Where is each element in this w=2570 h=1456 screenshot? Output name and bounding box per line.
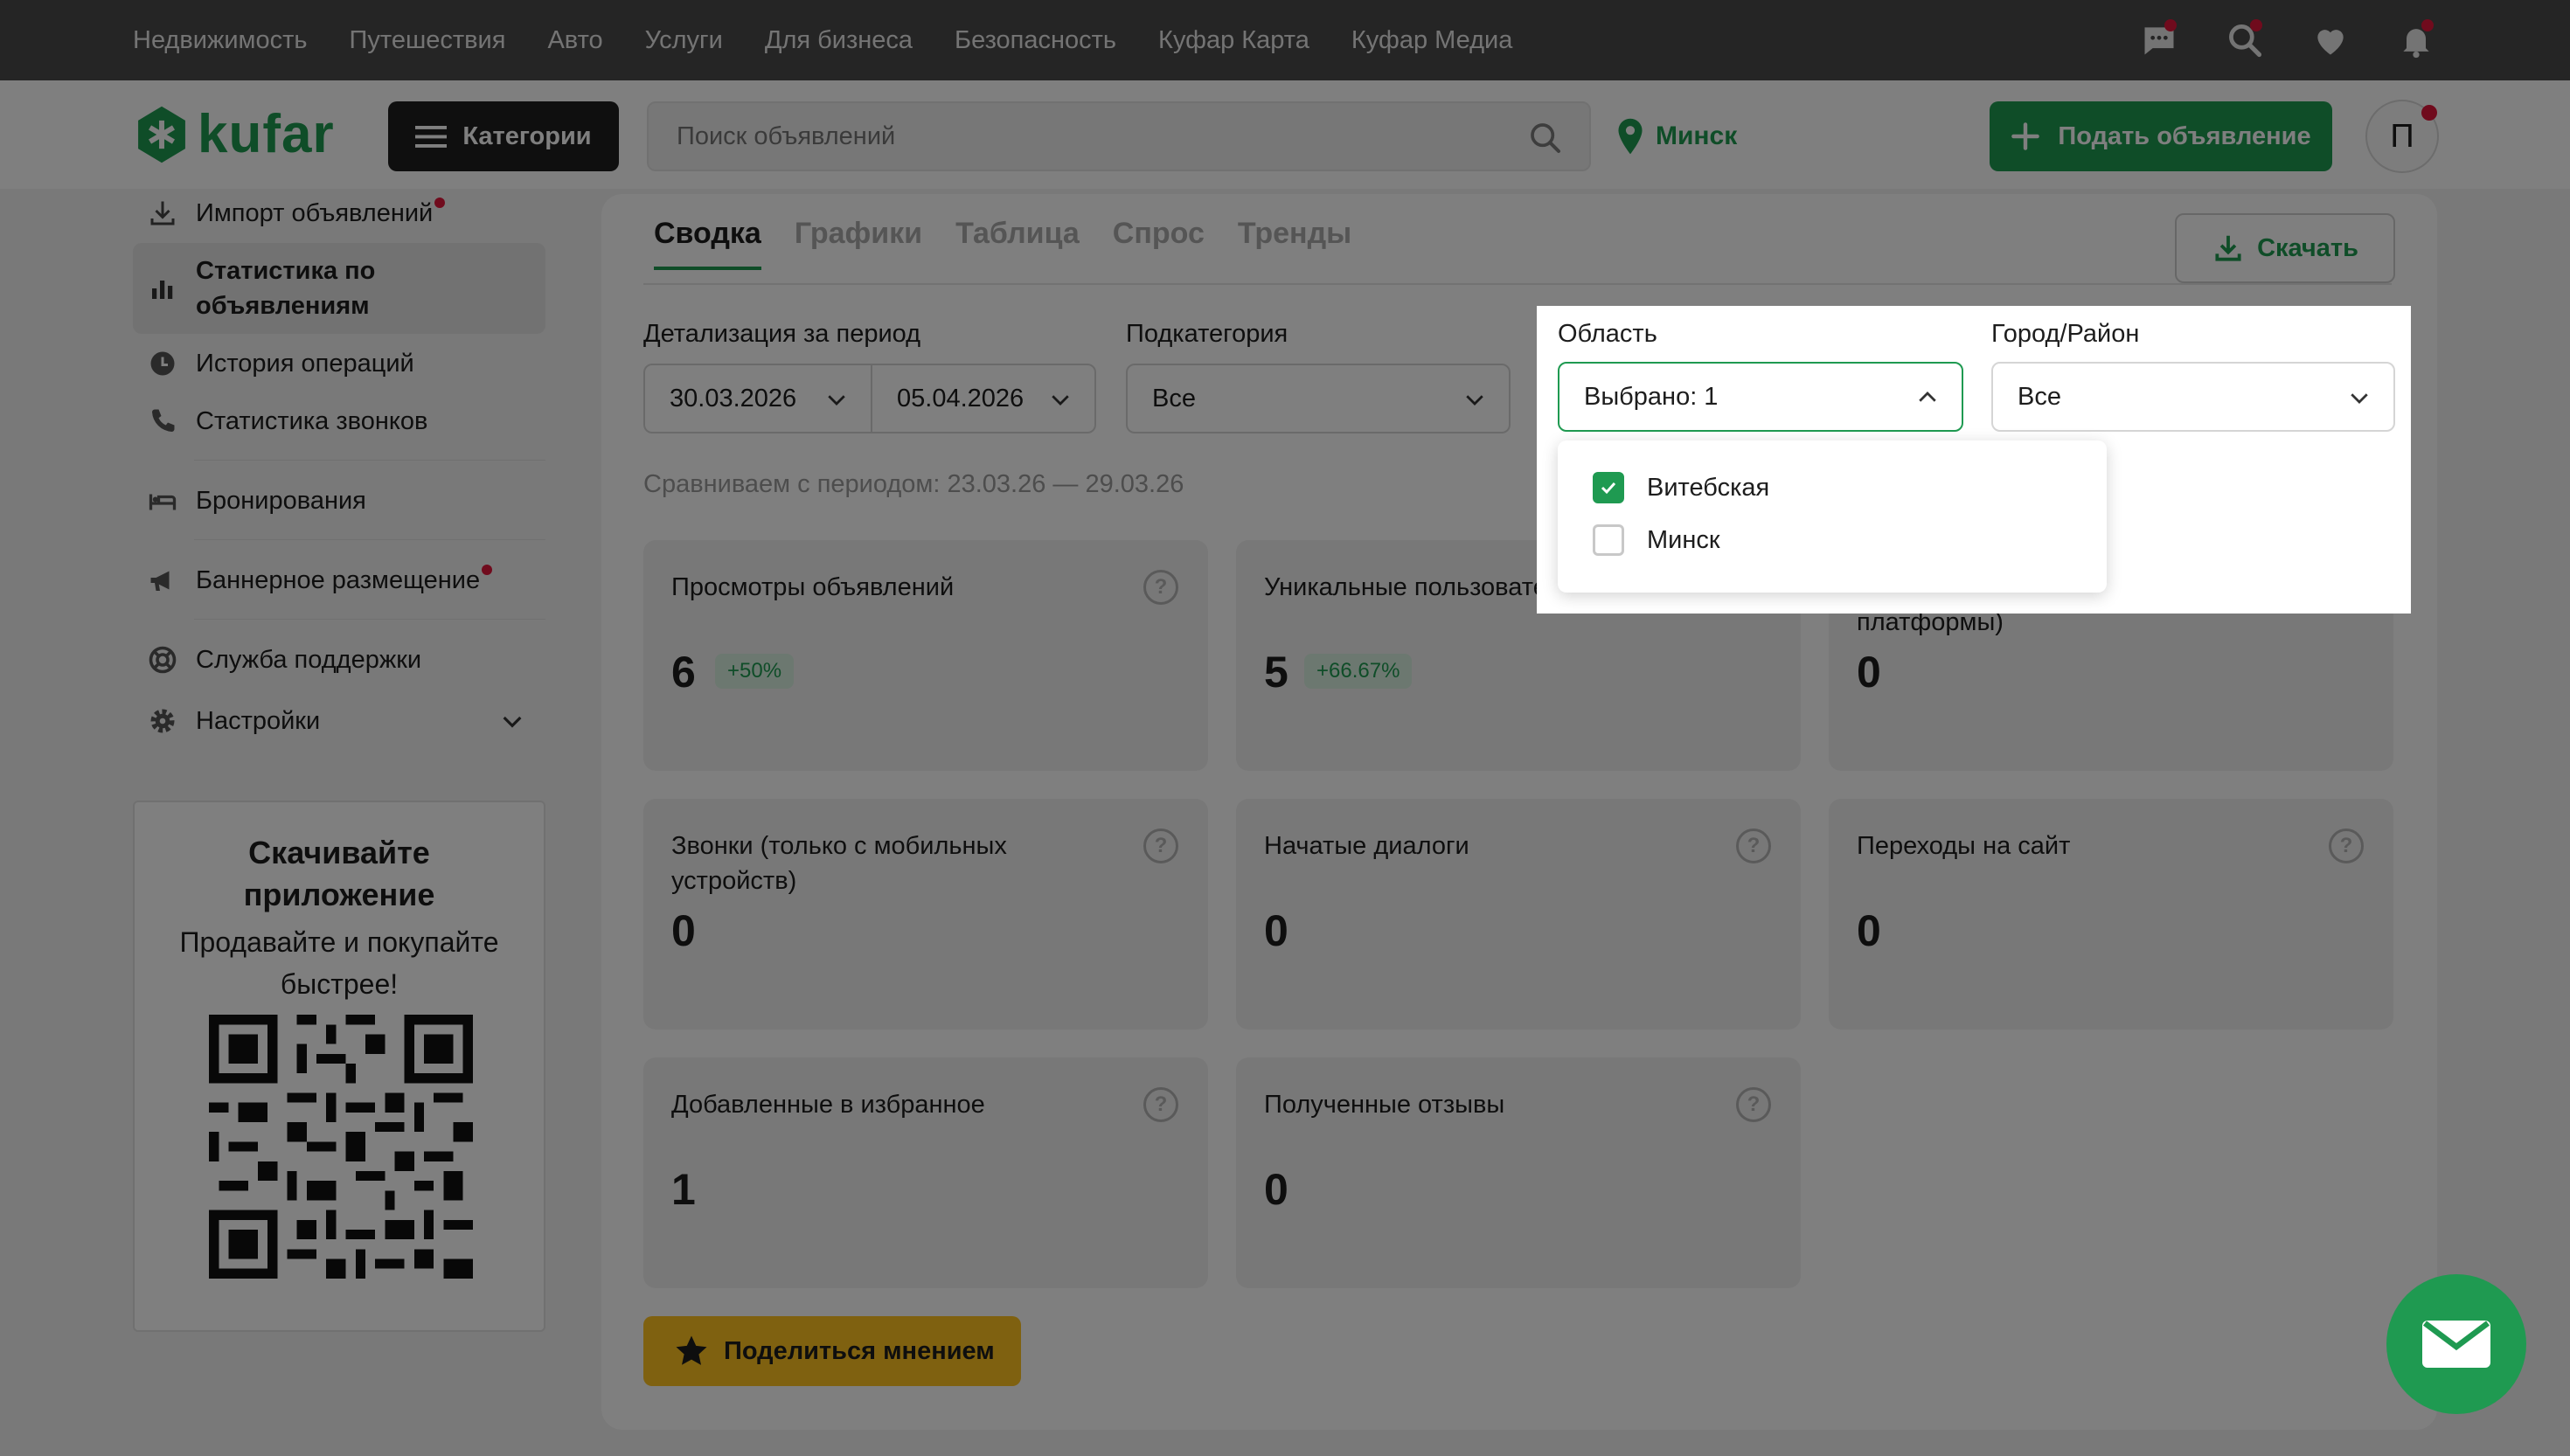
- city-district-value: Все: [2018, 382, 2061, 411]
- region-option-label: Витебская: [1647, 473, 1770, 502]
- region-value: Выбрано: 1: [1584, 382, 1719, 411]
- checkbox-unchecked[interactable]: [1593, 524, 1624, 556]
- region-option-minsk[interactable]: Минск: [1593, 524, 1720, 556]
- region-label: Область: [1558, 320, 1657, 348]
- chevron-up-icon: [1919, 392, 1936, 402]
- chevron-down-icon: [2351, 393, 2368, 404]
- mail-icon: [2422, 1321, 2490, 1368]
- city-district-label: Город/Район: [1991, 320, 2140, 348]
- region-dropdown-list: Витебская Минск: [1558, 440, 2107, 593]
- region-option-label: Минск: [1647, 525, 1720, 554]
- region-select[interactable]: Выбрано: 1: [1558, 362, 1963, 432]
- region-option-vitebsk[interactable]: Витебская: [1593, 472, 1769, 503]
- check-icon: [1601, 482, 1616, 495]
- modal-overlay[interactable]: [0, 0, 2570, 1456]
- mail-feedback-button[interactable]: [2386, 1274, 2526, 1414]
- checkbox-checked[interactable]: [1593, 472, 1624, 503]
- city-district-select[interactable]: Все: [1991, 362, 2395, 432]
